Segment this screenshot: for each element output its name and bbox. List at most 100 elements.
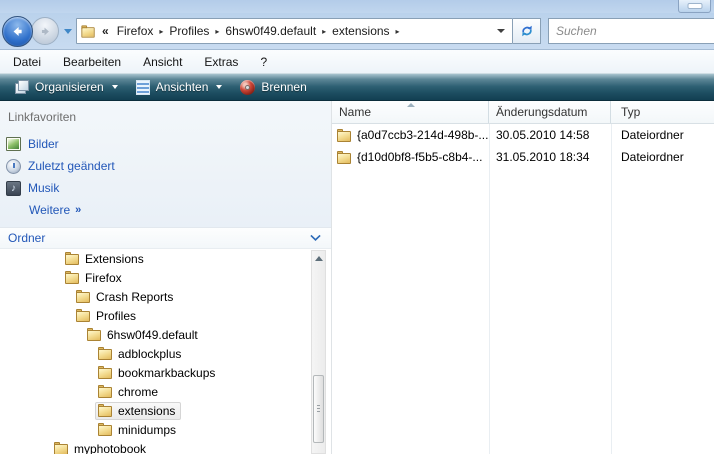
folder-icon [65, 252, 80, 265]
back-button[interactable] [2, 15, 33, 47]
scrollbar-thumb[interactable] [313, 375, 324, 443]
breadcrumb-segment-profiles[interactable]: Profiles [164, 24, 214, 38]
favorite-link-label: Weitere [29, 203, 71, 217]
tree-item-minidumps[interactable]: minidumps [0, 420, 331, 439]
folders-band[interactable]: Ordner [0, 227, 331, 249]
file-type-cell: Dateiordner [621, 150, 684, 164]
command-toolbar: Organisieren Ansichten Brennen [0, 73, 714, 101]
address-history-dropdown-icon[interactable] [497, 29, 505, 33]
column-header-nderungsdatum[interactable]: Änderungsdatum [489, 101, 611, 123]
file-modified-cell: 30.05.2010 14:58 [496, 128, 590, 142]
tree-item-6hsw0f49-default[interactable]: 6hsw0f49.default [0, 325, 331, 344]
title-bar [0, 0, 714, 13]
tree-item-content: Profiles [73, 307, 142, 325]
favorite-link-zuletzt-ge-ndert[interactable]: Zuletzt geändert [0, 155, 331, 177]
tree-item-chrome[interactable]: chrome [0, 382, 331, 401]
folder-icon [337, 128, 352, 142]
tree-item-content: myphotobook [51, 440, 152, 454]
column-divider [489, 124, 490, 454]
menu-item-help[interactable]: ? [249, 50, 278, 73]
menu-item-bearbeiten[interactable]: Bearbeiten [52, 50, 132, 73]
tree-item-label: bookmarkbackups [118, 365, 216, 380]
favorites-list: Bilder Zuletzt geändert ♪ Musik Weitere » [0, 133, 331, 221]
more-chevrons: » [75, 204, 82, 216]
menu-item-ansicht[interactable]: Ansicht [132, 50, 193, 73]
dropdown-arrow-icon[interactable] [216, 85, 223, 89]
brennen-button[interactable]: Brennen [231, 76, 315, 98]
folder-icon [98, 347, 113, 360]
breadcrumb-segment-firefox[interactable]: Firefox [112, 24, 159, 38]
tree-item-label: minidumps [118, 422, 177, 437]
tree-item-myphotobook[interactable]: myphotobook [0, 439, 331, 454]
dropdown-arrow-icon[interactable] [111, 85, 118, 89]
breadcrumb-separator-icon[interactable]: ▸ [395, 27, 401, 36]
tree-item-adblockplus[interactable]: adblockplus [0, 344, 331, 363]
breadcrumb-overflow-chevrons[interactable]: « [102, 24, 109, 38]
music-icon: ♪ [6, 180, 21, 196]
favorite-link-weitere[interactable]: Weitere » [0, 199, 331, 221]
favorite-link-bilder[interactable]: Bilder [0, 133, 331, 155]
organize-icon [15, 80, 29, 94]
toolbar-button-label: Ansichten [155, 80, 209, 94]
minimize-button[interactable] [678, 0, 711, 13]
menu-item-datei[interactable]: Datei [2, 50, 52, 73]
tree-scrollbar[interactable] [311, 250, 326, 454]
tree-item-content: Firefox [62, 269, 128, 287]
folder-tree: Extensions Firefox Crash Reports Profiles 6h… [0, 249, 331, 454]
recent-pages-dropdown-icon[interactable] [64, 28, 72, 34]
file-name-cell: {d10d0bf8-f5b5-c8b4-... [332, 150, 489, 164]
explorer-window: « Firefox ▸ Profiles ▸ 6hsw0f49.default ▸ exte… [0, 0, 714, 454]
chevron-down-icon[interactable] [310, 234, 321, 242]
sort-ascending-icon [406, 103, 415, 107]
search-box [548, 18, 714, 44]
tree-item-label: Firefox [85, 270, 122, 285]
ansichten-button[interactable]: Ansichten [127, 76, 232, 98]
tree-item-extensions[interactable]: extensions [0, 401, 331, 420]
file-row[interactable]: {a0d7ccb3-214d-498b-... 30.05.2010 14:58 D… [332, 124, 714, 146]
tree-item-content: chrome [95, 383, 164, 401]
tree-item-label: adblockplus [118, 346, 182, 361]
tree-item-label: myphotobook [74, 441, 147, 454]
tree-item-content: Crash Reports [73, 288, 179, 306]
tree-item-firefox[interactable]: Firefox [0, 268, 331, 287]
tree-item-content: Extensions [62, 250, 150, 268]
tree-item-content: minidumps [95, 421, 182, 439]
file-type-cell: Dateiordner [621, 128, 684, 142]
breadcrumb-segment-6hsw0f49-default[interactable]: 6hsw0f49.default [220, 24, 321, 38]
folder-icon [76, 290, 91, 303]
tree-item-profiles[interactable]: Profiles [0, 306, 331, 325]
favorite-link-label: Musik [28, 181, 60, 195]
favorite-link-label: Bilder [28, 137, 59, 151]
favorite-link-musik[interactable]: ♪ Musik [0, 177, 331, 199]
tree-item-crash-reports[interactable]: Crash Reports [0, 287, 331, 306]
breadcrumb: Firefox ▸ Profiles ▸ 6hsw0f49.default ▸ extens… [112, 24, 401, 38]
column-header-row: Name Änderungsdatum Typ [332, 101, 714, 124]
content-area: Linkfavoriten Bilder Zuletzt geändert ♪ Mus… [0, 101, 714, 454]
column-divider [611, 124, 612, 454]
menu-item-extras[interactable]: Extras [193, 50, 249, 73]
tree-item-label: Profiles [96, 308, 137, 323]
address-folder-icon [81, 24, 95, 38]
folder-icon [54, 442, 69, 454]
refresh-button[interactable] [513, 18, 541, 44]
tree-item-content: bookmarkbackups [95, 364, 221, 382]
folders-band-label: Ordner [8, 231, 46, 245]
pictures-icon [6, 137, 21, 151]
address-bar[interactable]: « Firefox ▸ Profiles ▸ 6hsw0f49.default ▸ exte… [76, 18, 513, 44]
organisieren-button[interactable]: Organisieren [6, 76, 127, 98]
folder-icon [98, 366, 113, 379]
file-row[interactable]: {d10d0bf8-f5b5-c8b4-... 31.05.2010 18:34 D… [332, 146, 714, 168]
breadcrumb-segment-extensions[interactable]: extensions [327, 24, 394, 38]
forward-button[interactable] [31, 17, 59, 45]
column-header-typ[interactable]: Typ [611, 101, 714, 123]
back-arrow-icon [13, 26, 22, 36]
scrollbar-up-button[interactable] [312, 251, 325, 266]
toolbar-button-label: Brennen [261, 80, 307, 94]
tree-item-content: adblockplus [95, 345, 187, 363]
favorite-link-label: Zuletzt geändert [28, 159, 115, 173]
tree-item-extensions[interactable]: Extensions [0, 249, 331, 268]
tree-item-content: extensions [95, 401, 182, 420]
search-input[interactable] [549, 19, 714, 43]
tree-item-bookmarkbackups[interactable]: bookmarkbackups [0, 363, 331, 382]
refresh-icon [521, 25, 532, 37]
